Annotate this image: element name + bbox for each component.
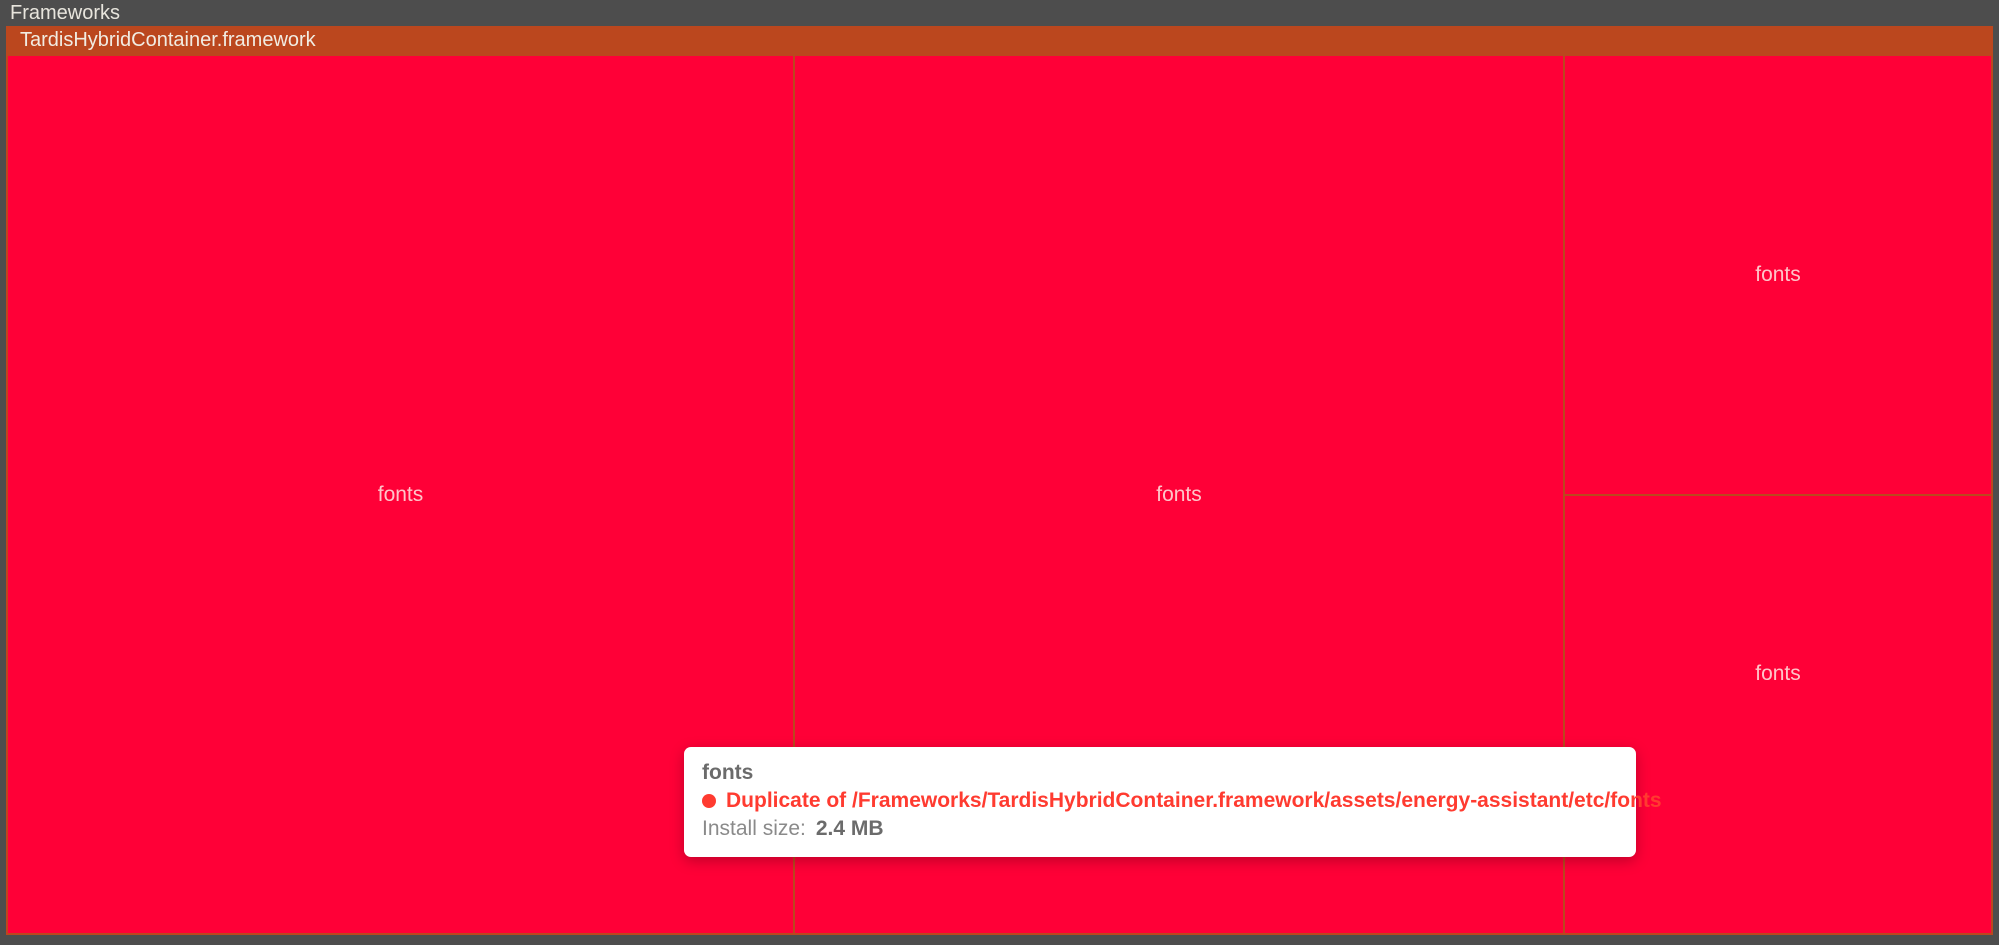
- treemap-cell[interactable]: fonts: [795, 56, 1563, 933]
- treemap-cell[interactable]: fonts: [1565, 56, 1991, 494]
- treemap-grid: fonts fonts fonts fonts: [8, 56, 1991, 933]
- treemap-cell-label: fonts: [1755, 263, 1801, 287]
- app-root: Frameworks TardisHybridContainer.framewo…: [0, 0, 1999, 945]
- treemap-cell-label: fonts: [378, 483, 424, 507]
- breadcrumb-root[interactable]: Frameworks: [0, 0, 1999, 26]
- treemap-cell[interactable]: fonts: [8, 56, 793, 933]
- breadcrumb-child[interactable]: TardisHybridContainer.framework: [6, 26, 1993, 54]
- treemap-cell[interactable]: fonts: [1565, 496, 1991, 934]
- treemap-cell-label: fonts: [1156, 483, 1202, 507]
- treemap-cell-label: fonts: [1755, 662, 1801, 686]
- treemap-column: fonts fonts: [1565, 56, 1991, 933]
- treemap: fonts fonts fonts fonts fonts Duplicate …: [6, 54, 1993, 935]
- breadcrumb-root-label: Frameworks: [10, 2, 120, 25]
- breadcrumb-child-label: TardisHybridContainer.framework: [20, 29, 316, 52]
